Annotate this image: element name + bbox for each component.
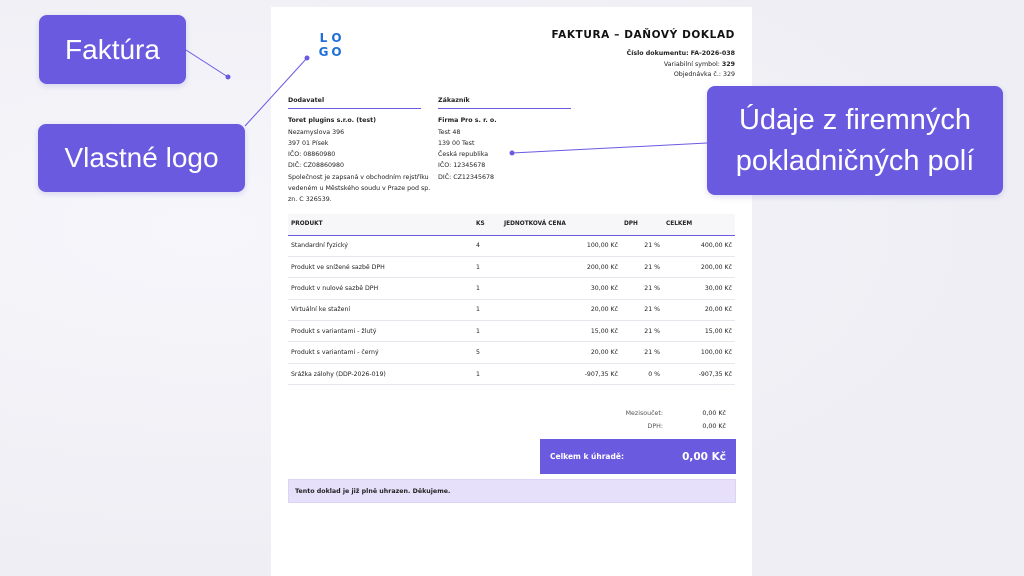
vat-rate: 21 % bbox=[621, 299, 663, 322]
company-logo: L O G O bbox=[317, 31, 343, 59]
doc-number-label: Číslo dokumentu: bbox=[626, 50, 689, 57]
customer-ico: IČO: 12345678 bbox=[438, 162, 486, 170]
quantity: 4 bbox=[473, 235, 501, 257]
customer-heading: Zákazník bbox=[438, 95, 571, 110]
product-name: Produkt ve snížené sazbě DPH bbox=[288, 256, 473, 279]
vat-rate: 21 % bbox=[621, 256, 663, 279]
product-name: Srážka zálohy (DDP-2026-019) bbox=[288, 363, 473, 386]
supplier-registration: zn. C 326539. bbox=[288, 196, 332, 204]
vat-value: 0,00 Kč bbox=[702, 422, 726, 430]
table-row: Produkt ve snížené sazbě DPH 1 200,00 Kč 21… bbox=[288, 256, 735, 279]
quantity: 1 bbox=[473, 363, 501, 386]
doc-number: FA-2026-038 bbox=[690, 50, 735, 57]
table-row: Produkt v nulové sazbě DPH 1 30,00 Kč 21 % 3… bbox=[288, 277, 735, 300]
column-header-total: CELKEM bbox=[663, 214, 735, 236]
unit-price: 200,00 Kč bbox=[501, 256, 621, 279]
vat-rate: 21 % bbox=[621, 277, 663, 300]
order-number: 329 bbox=[722, 71, 735, 78]
customer-dic: DIČ: CZ12345678 bbox=[438, 173, 494, 181]
quantity: 1 bbox=[473, 256, 501, 279]
customer-block: Zákazník Firma Pro s. r. o. Test 48 139 … bbox=[438, 95, 578, 183]
line-total: 400,00 Kč bbox=[663, 235, 735, 257]
vat-label: DPH: bbox=[647, 422, 663, 430]
customer-country: Česká republika bbox=[438, 151, 489, 159]
subtotal-label: Mezisoučet: bbox=[625, 410, 663, 417]
unit-price: 100,00 Kč bbox=[501, 235, 621, 257]
customer-street: Test 48 bbox=[438, 128, 461, 136]
callout-fields-line: Údaje z firemných bbox=[738, 103, 972, 136]
table-row: Standardní fyzický 4 100,00 Kč 21 % 400,00 K… bbox=[288, 235, 735, 257]
quantity: 5 bbox=[473, 341, 501, 364]
table-row: Virtuální ke stažení 1 20,00 Kč 21 % 20,00 K… bbox=[288, 299, 735, 322]
customer-name: Firma Pro s. r. o. bbox=[438, 117, 497, 125]
total-due-box: Celkem k úhradě: 0,00 Kč bbox=[540, 439, 736, 474]
total-due-value: 0,00 Kč bbox=[682, 450, 726, 463]
supplier-heading: Dodavatel bbox=[288, 95, 421, 110]
unit-price: -907,35 Kč bbox=[501, 363, 621, 386]
document-title: FAKTURA – DAŇOVÝ DOKLAD bbox=[551, 29, 735, 41]
unit-price: 15,00 Kč bbox=[501, 320, 621, 343]
column-header-quantity: KS bbox=[473, 214, 501, 236]
unit-price: 20,00 Kč bbox=[501, 341, 621, 364]
paid-note: Tento doklad je již plně uhrazen. Děkuje… bbox=[288, 479, 736, 503]
supplier-city: 397 01 Písek bbox=[288, 139, 329, 147]
quantity: 1 bbox=[473, 320, 501, 343]
quantity: 1 bbox=[473, 299, 501, 322]
line-total: 200,00 Kč bbox=[663, 256, 735, 279]
supplier-registration: vedeném u Městského soudu v Praze pod sp… bbox=[288, 185, 431, 193]
invoice-document: L O G O FAKTURA – DAŇOVÝ DOKLAD Číslo do… bbox=[271, 7, 752, 576]
var-symbol-label: Variabilní symbol: bbox=[663, 60, 720, 68]
callout-fields-line: pokladničných polí bbox=[735, 144, 975, 177]
supplier-block: Dodavatel Toret plugins s.r.o. (test) Ne… bbox=[288, 95, 438, 206]
total-due-label: Celkem k úhradě: bbox=[550, 452, 624, 461]
product-name: Produkt s variantami - černý bbox=[288, 341, 473, 364]
supplier-street: Nezamyslova 396 bbox=[288, 128, 345, 136]
line-total: -907,35 Kč bbox=[663, 363, 735, 386]
callout-custom-logo: Vlastné logo bbox=[38, 124, 245, 192]
product-name: Produkt v nulové sazbě DPH bbox=[288, 277, 473, 300]
vat-rate: 0 % bbox=[621, 363, 663, 386]
summary: Mezisoučet: 0,00 Kč DPH: 0,00 Kč bbox=[551, 408, 726, 433]
column-header-product: PRODUKT bbox=[288, 214, 473, 236]
document-meta: Číslo dokumentu: FA-2026-038 Variabilní … bbox=[627, 49, 735, 81]
product-name: Produkt s variantami - žlutý bbox=[288, 320, 473, 343]
logo-letter: O bbox=[331, 45, 342, 59]
unit-price: 30,00 Kč bbox=[501, 277, 621, 300]
column-header-unit-price: JEDNOTKOVÁ CENA bbox=[501, 214, 621, 236]
callout-invoice: Faktúra bbox=[39, 15, 186, 84]
table-header-row: PRODUKT KS JEDNOTKOVÁ CENA DPH CELKEM bbox=[288, 214, 735, 236]
order-label: Objednávka č.: bbox=[673, 71, 721, 78]
table-row: Produkt s variantami - černý 5 20,00 Kč 21 … bbox=[288, 341, 735, 364]
customer-city: 139 00 Test bbox=[438, 139, 475, 147]
logo-letter: G bbox=[318, 45, 329, 59]
unit-price: 20,00 Kč bbox=[501, 299, 621, 322]
vat-rate: 21 % bbox=[621, 341, 663, 364]
line-total: 30,00 Kč bbox=[663, 277, 735, 300]
product-name: Virtuální ke stažení bbox=[288, 299, 473, 322]
vat-rate: 21 % bbox=[621, 235, 663, 257]
supplier-name: Toret plugins s.r.o. (test) bbox=[288, 117, 377, 125]
line-total: 20,00 Kč bbox=[663, 299, 735, 322]
table-row: Produkt s variantami - žlutý 1 15,00 Kč 21 … bbox=[288, 320, 735, 343]
product-name: Standardní fyzický bbox=[288, 235, 473, 257]
supplier-ico: IČO: 08860980 bbox=[288, 151, 336, 159]
subtotal-value: 0,00 Kč bbox=[702, 410, 726, 417]
vat-rate: 21 % bbox=[621, 320, 663, 343]
supplier-dic: DIČ: CZ08860980 bbox=[288, 162, 344, 170]
items-table: PRODUKT KS JEDNOTKOVÁ CENA DPH CELKEM St… bbox=[288, 214, 735, 386]
quantity: 1 bbox=[473, 277, 501, 300]
line-total: 100,00 Kč bbox=[663, 341, 735, 364]
table-row: Srážka zálohy (DDP-2026-019) 1 -907,35 Kč 0… bbox=[288, 363, 735, 386]
supplier-registration: Společnost je zapsaná v obchodním rejstř… bbox=[288, 173, 429, 181]
column-header-vat: DPH bbox=[621, 214, 663, 236]
logo-letter: L bbox=[319, 31, 328, 45]
var-symbol: 329 bbox=[721, 60, 735, 68]
logo-letter: O bbox=[331, 31, 342, 45]
line-total: 15,00 Kč bbox=[663, 320, 735, 343]
callout-company-fields: Údaje z firemných pokladničných polí bbox=[707, 86, 1003, 195]
